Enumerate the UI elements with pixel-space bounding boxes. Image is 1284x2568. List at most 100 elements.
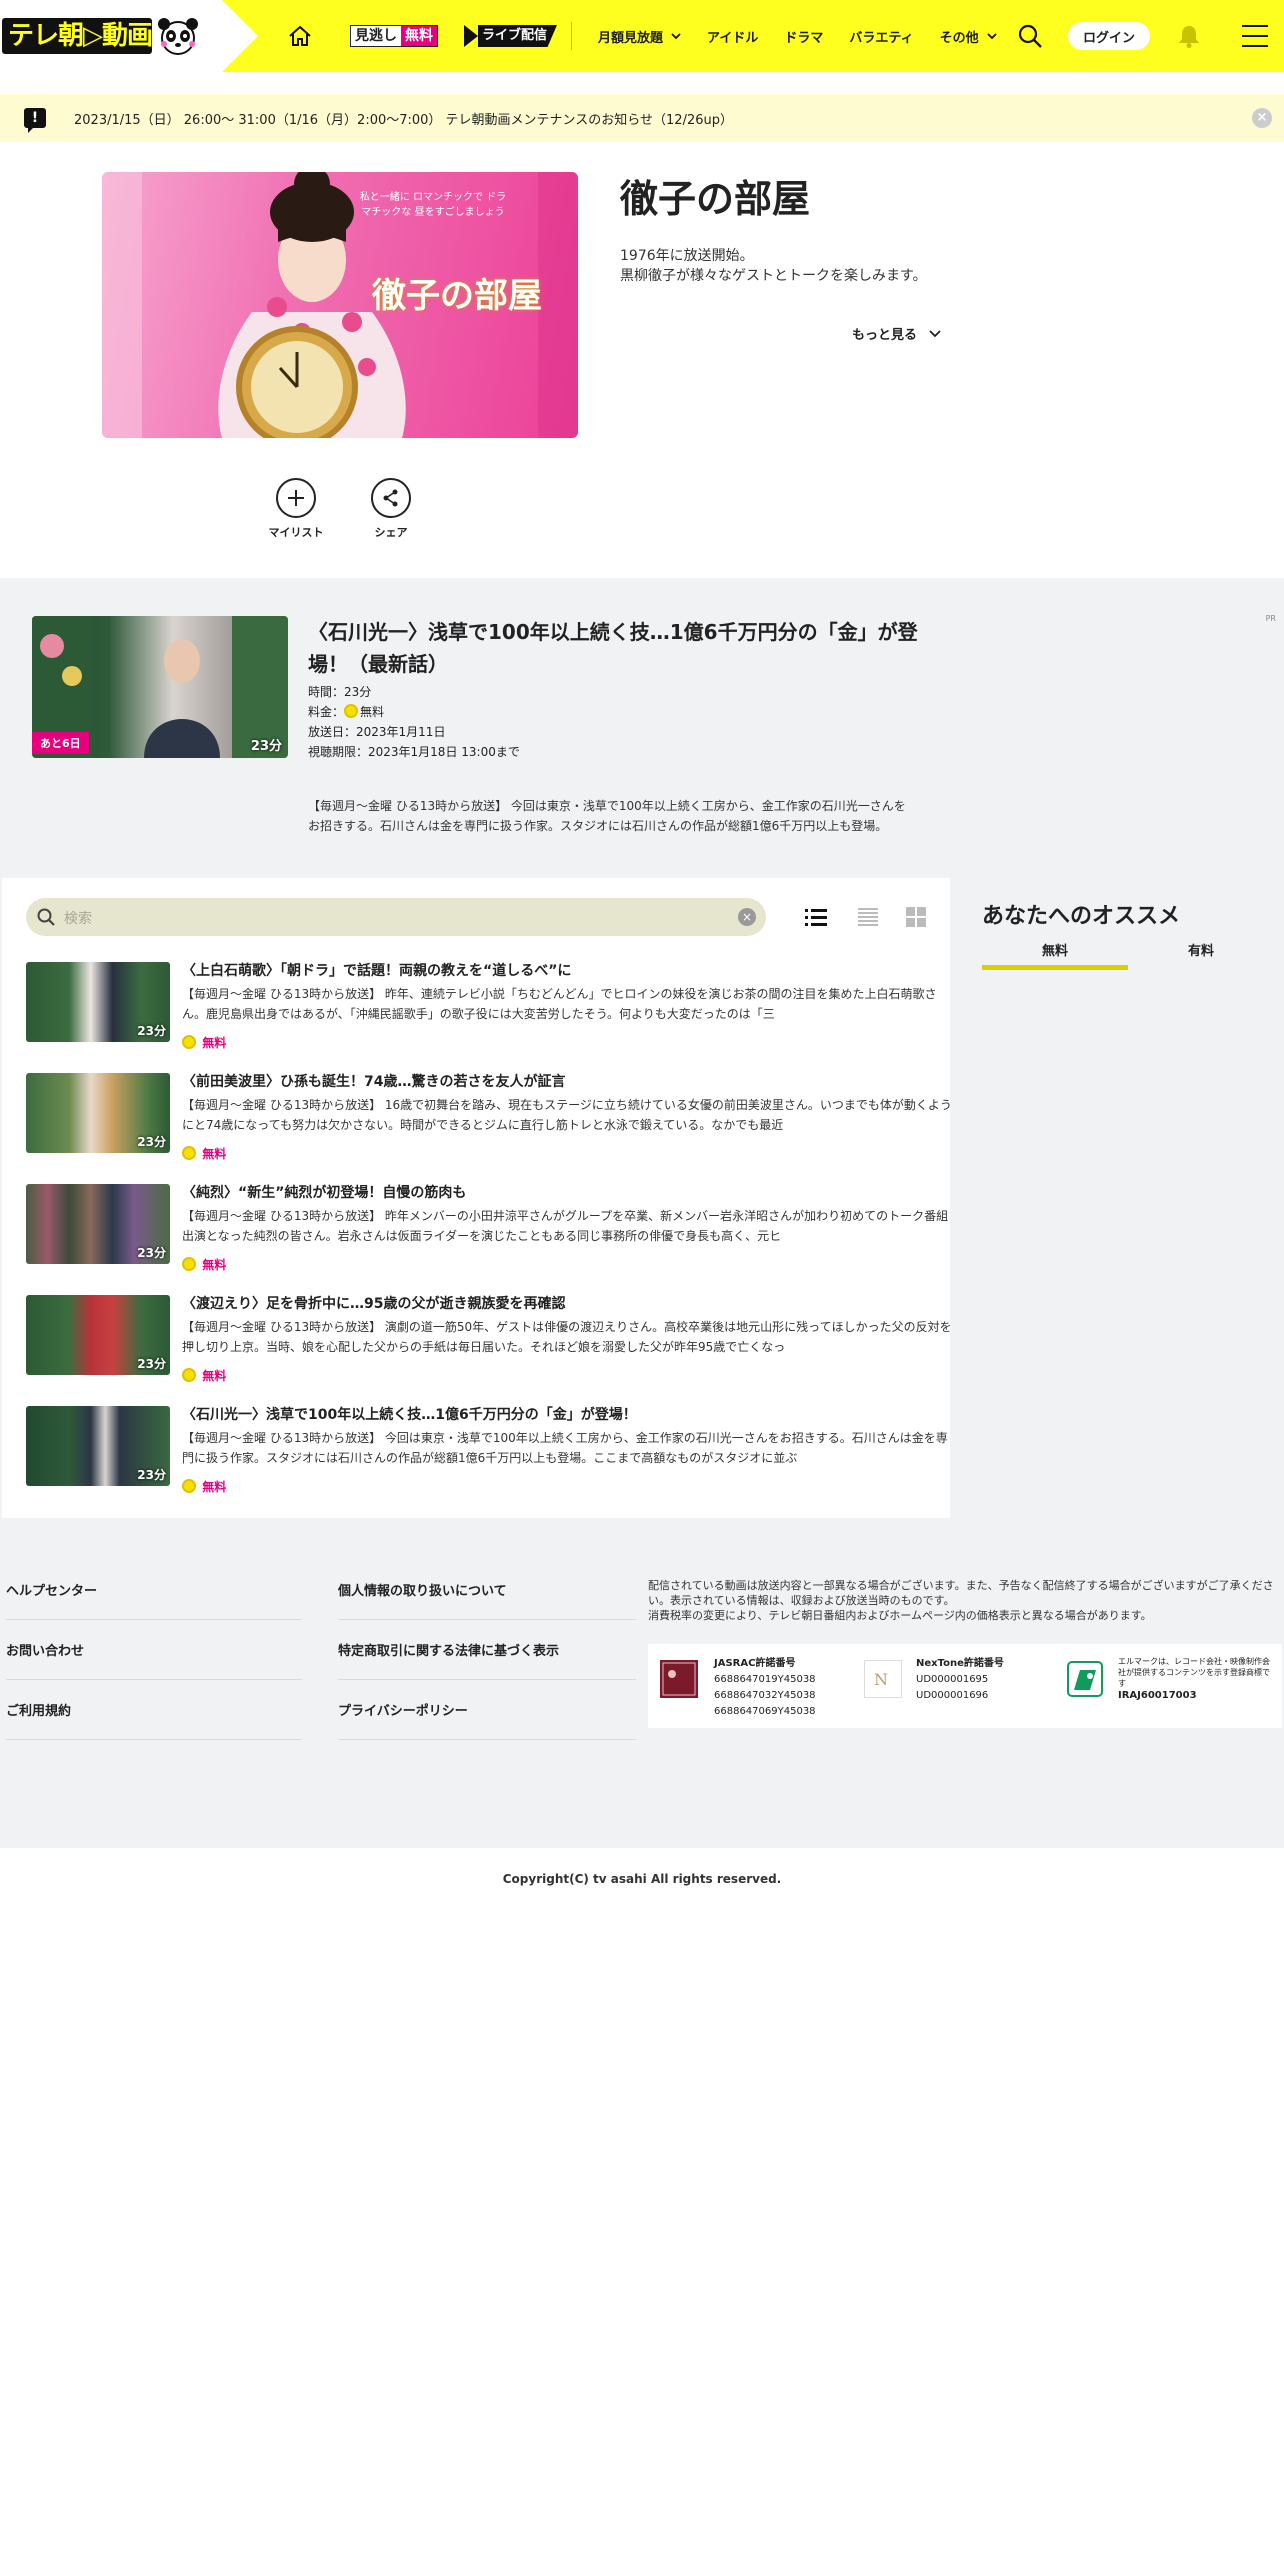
tab-paid[interactable]: 有料 (1128, 940, 1274, 970)
nav-idol[interactable]: アイドル (707, 27, 758, 46)
price-value: 無料 (202, 1147, 227, 1161)
episode-title[interactable]: 〈純烈〉“新生”純烈が初登場！自慢の筋肉も (182, 1182, 466, 1202)
episode-list-item[interactable]: 23分 〈石川光一〉浅草で100年以上続く技…1億6千万円分の「金」が登場！ 【… (26, 1404, 948, 1502)
program-key-visual: 徹子の部屋 私と一緒に ロマンチックで ドラマチックな 昼をすごしましょう (102, 172, 578, 438)
l-mark-license: エルマークは、レコード会社・映像制作会社が提供するコンテンツを示す登録商標です … (1118, 1656, 1276, 1703)
episode-thumbnail[interactable]: 23分 (26, 962, 170, 1042)
disclaimer-line: 配信されている動画は放送内容と一部異なる場合がございます。また、予告なく配信終了… (648, 1579, 1274, 1607)
recommendations-tabs: 無料 有料 (982, 940, 1274, 970)
episode-list-item[interactable]: 23分 〈純烈〉“新生”純烈が初登場！自慢の筋肉も 【毎週月～金曜 ひる13時か… (26, 1182, 948, 1280)
footer-link-help[interactable]: ヘルプセンター (6, 1560, 302, 1620)
search-icon[interactable] (1016, 22, 1044, 50)
catchup-free-link[interactable]: 見逃し 無料 (350, 25, 438, 47)
grid-view-icon[interactable] (904, 906, 928, 928)
nav-variety[interactable]: バラエティ (849, 27, 913, 46)
latest-episode-description: 【毎週月～金曜 ひる13時から放送】 今回は東京・浅草で100年以上続く工房から… (308, 799, 906, 833)
episode-thumbnail[interactable]: 23分 (26, 1184, 170, 1264)
episode-thumbnail[interactable]: 23分 (26, 1073, 170, 1153)
jasrac-title: JASRAC許諾番号 (714, 1658, 796, 1669)
read-more-label: もっと見る (852, 328, 918, 343)
duration-label: 23分 (137, 1468, 166, 1482)
episode-thumbnail[interactable]: 23分 (26, 1406, 170, 1486)
episode-length: 時間：23分 (308, 685, 372, 699)
duration-label: 23分 (137, 1246, 166, 1260)
close-icon[interactable]: × (1252, 108, 1272, 128)
nav-variety-label: バラエティ (849, 30, 914, 46)
l-mark-icon (1066, 1660, 1104, 1698)
clear-icon[interactable]: × (738, 908, 756, 926)
duration-label: 23分 (250, 739, 282, 754)
price-value: 無料 (202, 1369, 227, 1383)
episode-thumbnail[interactable]: 23分 (26, 1295, 170, 1375)
footer-link-privacy-policy[interactable]: プライバシーポリシー (338, 1680, 636, 1740)
episode-description: 【毎週月～金曜 ひる13時から放送】 昨年メンバーの小田井涼平さんがグループを卒… (182, 1209, 949, 1243)
coin-icon (182, 1257, 196, 1271)
days-left-badge: あと6日 (32, 732, 89, 754)
episode-description: 【毎週月～金曜 ひる13時から放送】 昨年、連続テレビ小説「ちむどんどん」でヒロ… (182, 987, 937, 1021)
list-view-icon[interactable] (804, 906, 828, 928)
coin-icon (182, 1035, 196, 1049)
site-logo[interactable]: テレ朝▷動画 (2, 18, 153, 54)
plus-icon (276, 478, 316, 518)
free-label: 無料 (401, 26, 437, 46)
tab-free[interactable]: 無料 (982, 940, 1128, 970)
coin-icon (182, 1368, 196, 1382)
login-button[interactable]: ログイン (1068, 22, 1150, 50)
jasrac-number: 6688647069Y45038 (714, 1706, 816, 1717)
share-button[interactable]: シェア (351, 478, 431, 540)
price-badge: 無料 (182, 1145, 226, 1162)
live-stream-link[interactable]: ライブ配信 (464, 25, 558, 47)
episode-title[interactable]: 〈渡辺えり〉足を骨折中に…95歳の父が逝き親族愛を再確認 (182, 1293, 565, 1313)
footer-link-terms[interactable]: ご利用規約 (6, 1680, 302, 1740)
home-icon (289, 25, 311, 46)
copyright: Copyright(C) tv asahi All rights reserve… (502, 1872, 782, 1886)
mylist-button[interactable]: マイリスト (256, 478, 336, 540)
recommendations-panel: あなたへのオススメ 無料 有料 (982, 898, 1274, 970)
home-button[interactable] (280, 16, 320, 56)
site-header: テレ朝▷動画 見逃し 無料 ライブ配信 月額見放題 アイドル ドラマ バラエティ… (0, 0, 1284, 72)
recommendations-title: あなたへのオススメ (982, 904, 1181, 929)
footer-link-privacy-handling[interactable]: 個人情報の取り扱いについて (338, 1560, 636, 1620)
episode-list-item[interactable]: 23分 〈上白石萌歌〉「朝ドラ」で話題！両親の教えを“道しるべ”に 【毎週月～金… (26, 960, 937, 1058)
latest-episode-thumbnail[interactable]: あと6日 23分 (32, 616, 288, 758)
license-box: JASRAC許諾番号 6688647019Y45038 6688647032Y4… (648, 1644, 1282, 1728)
latest-episode-section: あと6日 23分 〈石川光一〉浅草で100年以上続く技…1億6千万円分の「金」が… (0, 578, 1284, 874)
read-more-button[interactable]: もっと見る (852, 324, 941, 343)
compact-list-view-icon[interactable] (856, 906, 880, 928)
nav-subscription[interactable]: 月額見放題 (598, 27, 681, 46)
price-badge: 無料 (182, 1034, 226, 1051)
footer-link-commercial-law[interactable]: 特定商取引に関する法律に基づく表示 (338, 1620, 636, 1680)
l-mark-number: IRAJ60017003 (1118, 1690, 1197, 1701)
footer-link-contact[interactable]: お問い合わせ (6, 1620, 302, 1680)
bell-icon[interactable] (1176, 23, 1202, 49)
footer-disclaimer: 配信されている動画は放送内容と一部異なる場合がございます。また、予告なく配信終了… (648, 1578, 1278, 1623)
episode-title[interactable]: 〈上白石萌歌〉「朝ドラ」で話題！両親の教えを“道しるべ”に (182, 960, 571, 980)
menu-icon[interactable] (1242, 25, 1268, 47)
episode-title[interactable]: 〈石川光一〉浅草で100年以上続く技…1億6千万円分の「金」が登場！ (182, 1404, 637, 1424)
episode-list-item[interactable]: 23分 〈前田美波里〉ひ孫も誕生！74歳…驚きの若さを友人が証言 【毎週月～金曜… (26, 1071, 952, 1169)
nextone-title: NexTone許諾番号 (916, 1658, 1004, 1669)
latest-episode-title[interactable]: 〈石川光一〉浅草で100年以上続く技…1億6千万円分の「金」が登場！（最新話） (308, 616, 918, 680)
latest-episode-meta: 時間：23分 料金： 無料 放送日：2023年1月11日 視聴期限：2023年1月… (308, 682, 520, 762)
episode-description: 【毎週月～金曜 ひる13時から放送】 16歳で初舞台を踏み、現在もステージに立ち… (182, 1098, 952, 1132)
price-label: 料金： (308, 705, 345, 719)
jasrac-number: 6688647019Y45038 (714, 1674, 816, 1685)
nextone-license: NexTone許諾番号 UD000001695 UD000001696 (916, 1656, 1004, 1704)
logo-area[interactable]: テレ朝▷動画 (0, 0, 258, 72)
episode-search-input[interactable]: 検索 × (26, 898, 766, 936)
episode-description: 【毎週月～金曜 ひる13時から放送】 今回は東京・浅草で100年以上続く工房から… (182, 1431, 948, 1465)
price-value: 無料 (202, 1480, 227, 1494)
price-value: 無料 (202, 1036, 227, 1050)
program-title: 徹子の部屋 (620, 177, 811, 221)
nextone-logo-icon: N (864, 1660, 902, 1698)
price-value: 無料 (360, 705, 385, 719)
nav-other[interactable]: その他 (940, 27, 997, 46)
notice-text[interactable]: 2023/1/15（日） 26:00～ 31:00（1/16（月）2:00〜7:… (74, 109, 733, 128)
maintenance-notice[interactable]: ! 2023/1/15（日） 26:00～ 31:00（1/16（月）2:00〜… (0, 94, 1284, 142)
episode-title[interactable]: 〈前田美波里〉ひ孫も誕生！74歳…驚きの若さを友人が証言 (182, 1071, 565, 1091)
program-artwork-title: 徹子の部屋 (372, 276, 542, 316)
nav-other-label: その他 (939, 30, 979, 46)
panda-mascot-icon (158, 18, 198, 55)
episode-list-item[interactable]: 23分 〈渡辺えり〉足を骨折中に…95歳の父が逝き親族愛を再確認 【毎週月～金曜… (26, 1293, 952, 1391)
nav-drama[interactable]: ドラマ (784, 27, 823, 46)
